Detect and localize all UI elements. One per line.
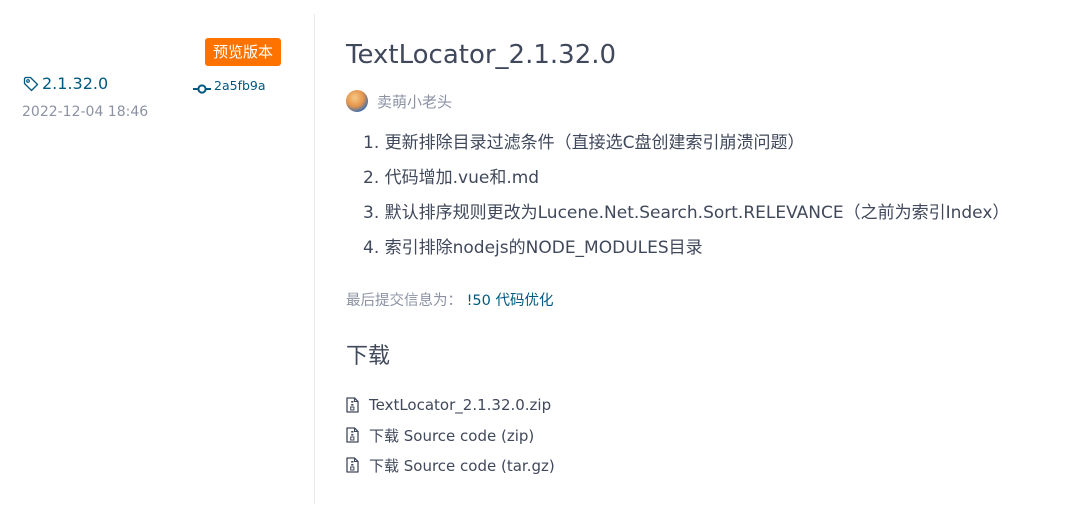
- release-note-item: 2. 代码增加.vue和.md: [363, 168, 540, 188]
- release-meta: 预览版本 2.1.32.0 2a5fb9a 2022-12-04 18:46: [0, 0, 300, 513]
- release-title: TextLocator_2.1.32.0: [346, 40, 617, 70]
- downloads-list: TextLocator_2.1.32.0.zip 下载 Source code …: [346, 390, 555, 480]
- downloads-heading: 下载: [346, 344, 391, 369]
- download-link[interactable]: 下载 Source code (tar.gz): [369, 455, 555, 476]
- download-link[interactable]: TextLocator_2.1.32.0.zip: [369, 396, 551, 414]
- release-note-item: 1. 更新排除目录过滤条件（直接选C盘创建索引崩溃问题）: [363, 133, 805, 153]
- release-note-item: 4. 索引排除nodejs的NODE_MODULES目录: [363, 238, 703, 258]
- author-name[interactable]: 卖萌小老头: [377, 91, 452, 112]
- author-row: 卖萌小老头: [346, 90, 452, 112]
- zip-file-icon: [346, 427, 359, 443]
- last-commit-info: 最后提交信息为： !50 代码优化: [346, 289, 553, 310]
- commit-icon: [193, 80, 211, 94]
- zip-file-icon: [346, 397, 359, 413]
- release-page: 预览版本 2.1.32.0 2a5fb9a 2022-12-04 18:46 T…: [0, 0, 1080, 513]
- tag-link[interactable]: 2.1.32.0: [42, 74, 108, 94]
- last-commit-label: 最后提交信息为：: [346, 293, 462, 309]
- divider: [314, 14, 315, 504]
- prerelease-badge: 预览版本: [205, 38, 282, 66]
- release-date: 2022-12-04 18:46: [22, 104, 149, 120]
- tag-icon: [22, 75, 40, 93]
- download-link[interactable]: 下载 Source code (zip): [369, 425, 534, 446]
- release-note-item: 3. 默认排序规则更改为Lucene.Net.Search.Sort.RELEV…: [363, 203, 1010, 223]
- commit-row: 2a5fb9a: [193, 78, 266, 94]
- download-item: 下载 Source code (tar.gz): [346, 450, 555, 480]
- download-item: TextLocator_2.1.32.0.zip: [346, 390, 555, 420]
- release-notes: 1. 更新排除目录过滤条件（直接选C盘创建索引崩溃问题） 2. 代码增加.vue…: [363, 130, 1009, 270]
- download-item: 下载 Source code (zip): [346, 420, 555, 450]
- last-commit-link[interactable]: !50 代码优化: [467, 293, 554, 309]
- author-avatar[interactable]: [346, 90, 368, 112]
- tag-row: 2.1.32.0: [22, 74, 108, 94]
- zip-file-icon: [346, 457, 359, 473]
- commit-link[interactable]: 2a5fb9a: [214, 78, 266, 94]
